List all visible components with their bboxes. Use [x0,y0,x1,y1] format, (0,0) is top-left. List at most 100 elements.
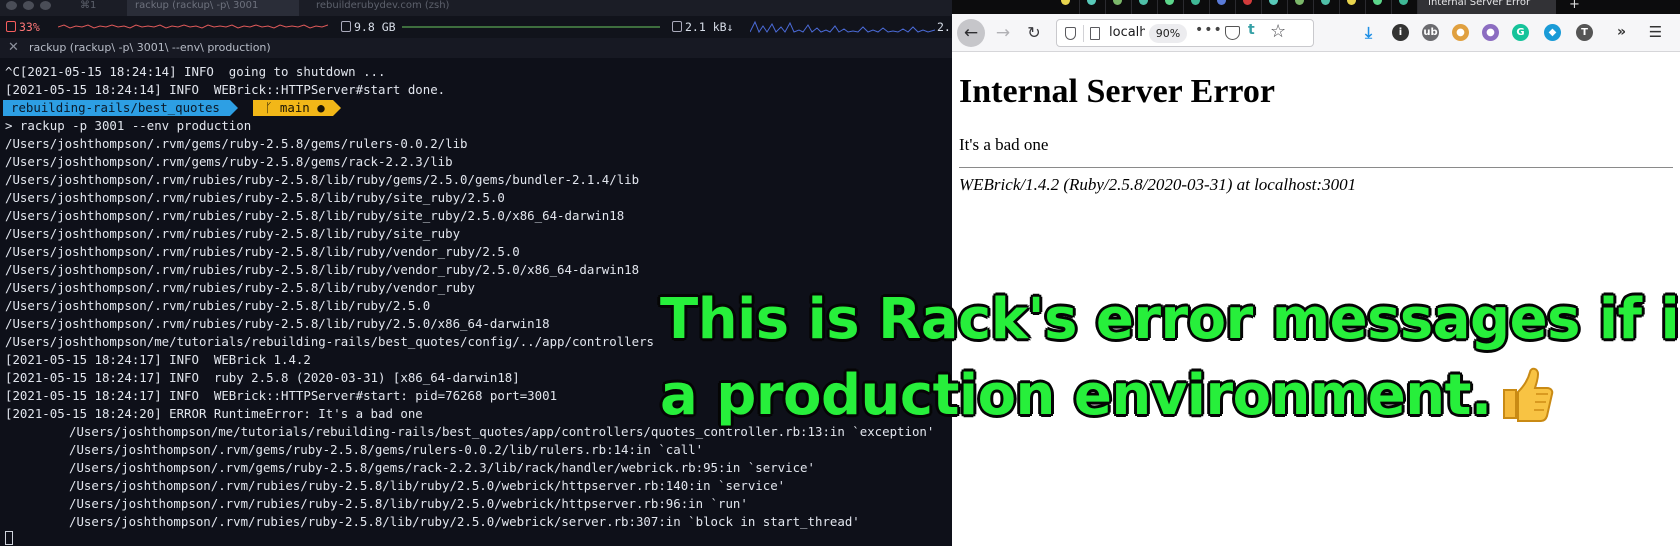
pinned-tab[interactable] [1184,0,1210,14]
tab-favicon-icon [1113,0,1122,5]
cpu-icon [6,21,16,32]
terminal-line: /Users/joshthompson/.rvm/gems/ruby-2.5.8… [5,136,468,151]
network-indicator: 2.1 kB↓ [672,20,733,34]
tab-favicon-icon [1295,0,1304,5]
cookie-extension-icon[interactable]: ● [1452,24,1469,41]
caption-overlay: This is Rack's error messages if in a pr… [660,282,1680,434]
pinned-tab[interactable] [1054,0,1080,14]
pinned-tab[interactable] [1288,0,1314,14]
pinned-tab[interactable] [1080,0,1106,14]
cpu-value: 33% [19,20,40,34]
forward-button[interactable]: → [989,19,1017,47]
pinned-tab[interactable] [1392,0,1418,14]
pinned-tab[interactable] [1366,0,1392,14]
tab-favicon-icon [1321,0,1330,5]
browser-toolbar: ← → ↻ localhost:3001 90% ••• t ☆ ⤓ iub ● ●… [952,14,1680,52]
prompt-git-segment: ᚴ main ● [253,100,341,116]
terminal-line: /Users/joshthompson/.rvm/gems/ruby-2.5.8… [5,154,453,169]
backtrace-line: /Users/joshthompson/.rvm/gems/ruby-2.5.8… [69,460,815,475]
terminal-line: /Users/joshthompson/.rvm/rubies/ruby-2.5… [5,190,505,205]
memory-bar [402,26,660,28]
pinned-tab[interactable] [1340,0,1366,14]
network-icon [672,21,682,32]
command-line: > rackup -p 3001 --env production [5,118,252,133]
backtrace-line: /Users/joshthompson/.rvm/rubies/ruby-2.5… [69,496,748,511]
close-window-dot-icon[interactable] [6,1,17,10]
bookmark-star-icon[interactable]: ☆ [1270,21,1286,42]
page-title: Internal Server Error [959,73,1275,110]
terminal-pane-title: ✕ rackup (rackup\ -p\ 3001\ --env\ produ… [0,38,952,58]
cpu-sparkline [58,24,328,29]
overflow-chevron-icon[interactable]: » [1613,24,1630,41]
pinned-tab[interactable] [1132,0,1158,14]
terminal-title-text: rackup (rackup\ -p\ 3001\ --env\ product… [29,41,271,54]
tab-favicon-icon [1087,0,1096,5]
memory-value: 9.8 GB [354,20,396,34]
terminal-tab-rackup[interactable]: rackup (rackup\ -p\ 3001 [127,0,299,16]
caption-line-2-text: a production environment. [660,363,1492,428]
terminal-tab-1[interactable]: ⌘1 [72,0,118,16]
server-signature: WEBrick/1.4.2 (Ruby/2.5.8/2020-03-31) at… [959,175,1357,194]
tab-favicon-icon [1191,0,1200,5]
backtrace-line: /Users/joshthompson/.rvm/gems/ruby-2.5.8… [69,442,704,457]
page-actions-more-icon[interactable]: ••• [1195,22,1223,38]
github-extension-icon[interactable]: ● [1482,24,1499,41]
tab-favicon-icon [1217,0,1226,5]
browser-tab-active[interactable]: Internal Server Error [1418,0,1556,14]
pinned-tab[interactable] [1106,0,1132,14]
tab-favicon-icon [1165,0,1174,5]
tab-favicon-icon [1061,0,1070,5]
tab-favicon-icon [1269,0,1278,5]
zoom-window-dot-icon[interactable] [40,1,51,10]
tab-favicon-icon [1243,0,1252,5]
cube-extension-icon[interactable]: ◆ [1544,24,1561,41]
tumblr-icon[interactable]: t [1248,22,1255,38]
download-icon[interactable]: ⤓ [1360,24,1377,41]
backtrace-line: /Users/joshthompson/.rvm/rubies/ruby-2.5… [69,478,786,493]
pinned-tab[interactable] [1158,0,1184,14]
terminal-line: /Users/joshthompson/.rvm/rubies/ruby-2.5… [5,244,520,259]
prompt-path-segment: rebuilding-rails/best_quotes [3,100,238,116]
network-value-2: 2.1 [937,20,952,34]
shell-prompt: rebuilding-rails/best_quotes ᚴ main ● [3,99,950,117]
zoom-badge[interactable]: 90% [1149,24,1187,43]
shield-icon[interactable] [1065,27,1076,40]
terminal-line: /Users/joshthompson/.rvm/rubies/ruby-2.5… [5,208,625,223]
pinned-tab[interactable] [1236,0,1262,14]
caption-line-2: a production environment. [660,358,1660,434]
close-icon[interactable]: ✕ [8,38,19,58]
page-icon[interactable] [1090,27,1100,40]
terminal-tab-bar: ⌘1 rackup (rackup\ -p\ 3001 rebuilderuby… [0,0,952,16]
terminal-window: ⌘1 rackup (rackup\ -p\ 3001 rebuilderuby… [0,0,952,546]
backtrace-line: /Users/joshthompson/.rvm/rubies/ruby-2.5… [69,514,860,529]
memory-indicator: 9.8 GB [341,20,396,34]
new-tab-button[interactable]: + [1569,0,1580,12]
divider [959,167,1673,168]
tab-favicon-icon [1373,0,1382,5]
tab-favicon-icon [1399,0,1408,5]
hamburger-menu-icon[interactable]: ☰ [1647,24,1664,41]
back-button[interactable]: ← [957,19,985,47]
browser-window: Internal Server Error + ← → ↻ localhost:… [952,0,1680,546]
terminal-line: [2021-05-15 18:24:14] INFO WEBrick::HTTP… [5,82,446,97]
thumbs-up-icon [1498,366,1556,422]
info-extension-icon[interactable]: i [1392,24,1409,41]
browser-tab-bar: Internal Server Error + [952,0,1680,14]
tab-favicon-icon [1347,0,1356,5]
reload-button[interactable]: ↻ [1020,19,1048,47]
pinned-tab[interactable] [1314,0,1340,14]
url-bar[interactable]: localhost:3001 90% ••• t ☆ [1056,19,1314,47]
grammarly-extension-icon[interactable]: G [1512,24,1529,41]
caption-line-1: This is Rack's error messages if in [660,287,1680,352]
memory-icon [341,21,351,32]
ublock-extension-icon[interactable]: ub [1422,24,1439,41]
pinned-tab[interactable] [1210,0,1236,14]
url-text[interactable]: localhost:3001 [1109,25,1145,40]
minimize-window-dot-icon[interactable] [23,1,34,10]
terminal-line: /Users/joshthompson/.rvm/rubies/ruby-2.5… [5,262,640,277]
error-message: It's a bad one [959,135,1049,154]
terminal-tab-zsh[interactable]: rebuilderubydev.com (zsh) [308,0,468,16]
pocket-icon[interactable] [1225,26,1240,40]
pinned-tab[interactable] [1262,0,1288,14]
t-extension-icon[interactable]: T [1576,24,1593,41]
